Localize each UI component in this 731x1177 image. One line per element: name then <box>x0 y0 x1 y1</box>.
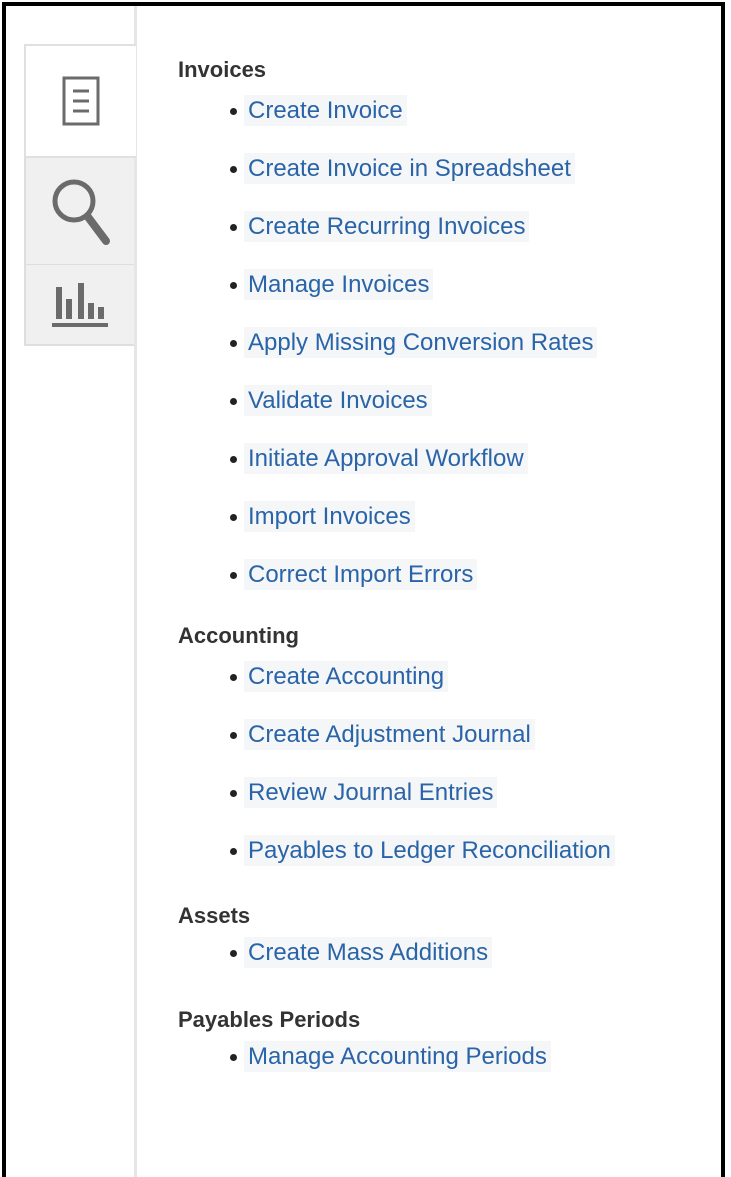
create-accounting-link[interactable]: Create Accounting <box>244 661 449 692</box>
list-item: Correct Import Errors <box>178 546 723 604</box>
section-assets: Assets Create Mass Additions <box>178 900 723 982</box>
payables-to-ledger-reconciliation-link[interactable]: Payables to Ledger Reconciliation <box>244 835 615 866</box>
search-icon <box>52 179 110 245</box>
validate-invoices-link[interactable]: Validate Invoices <box>244 385 432 416</box>
list-item: Create Invoice in Spreadsheet <box>178 140 723 198</box>
tab-search[interactable] <box>24 156 136 266</box>
create-invoice-in-spreadsheet-link[interactable]: Create Invoice in Spreadsheet <box>244 153 575 184</box>
create-mass-additions-link[interactable]: Create Mass Additions <box>244 937 493 968</box>
reports-bar-chart-icon <box>52 282 108 327</box>
review-journal-entries-link[interactable]: Review Journal Entries <box>244 777 498 808</box>
list-item: Apply Missing Conversion Rates <box>178 314 723 372</box>
initiate-approval-workflow-link[interactable]: Initiate Approval Workflow <box>244 443 528 474</box>
list-item: Manage Invoices <box>178 256 723 314</box>
manage-invoices-link[interactable]: Manage Invoices <box>244 269 434 300</box>
panel-tab-rail <box>6 6 136 1177</box>
list-item: Validate Invoices <box>178 372 723 430</box>
list-item: Initiate Approval Workflow <box>178 430 723 488</box>
section-payables-periods: Payables Periods Manage Accounting Perio… <box>178 1004 723 1086</box>
task-menu: Invoices Create Invoice Create Invoice i… <box>178 54 723 1086</box>
rail-divider <box>134 6 137 1177</box>
list-item: Payables to Ledger Reconciliation <box>178 822 723 880</box>
list-item: Create Recurring Invoices <box>178 198 723 256</box>
list-item: Review Journal Entries <box>178 764 723 822</box>
list-item: Import Invoices <box>178 488 723 546</box>
create-recurring-invoices-link[interactable]: Create Recurring Invoices <box>244 211 530 242</box>
list-item: Create Mass Additions <box>178 924 723 982</box>
tab-reports[interactable] <box>24 264 136 346</box>
list-item: Create Accounting <box>178 648 723 706</box>
invoices-task-list: Create Invoice Create Invoice in Spreads… <box>178 82 723 604</box>
tasks-panel: Invoices Create Invoice Create Invoice i… <box>2 2 725 1177</box>
import-invoices-link[interactable]: Import Invoices <box>244 501 415 532</box>
create-adjustment-journal-link[interactable]: Create Adjustment Journal <box>244 719 535 750</box>
accounting-task-list: Create Accounting Create Adjustment Jour… <box>178 648 723 880</box>
list-item: Create Adjustment Journal <box>178 706 723 764</box>
manage-accounting-periods-link[interactable]: Manage Accounting Periods <box>244 1041 551 1072</box>
list-item: Manage Accounting Periods <box>178 1028 723 1086</box>
list-item: Create Invoice <box>178 82 723 140</box>
payables-periods-task-list: Manage Accounting Periods <box>178 1028 723 1086</box>
apply-missing-conversion-rates-link[interactable]: Apply Missing Conversion Rates <box>244 327 598 358</box>
assets-task-list: Create Mass Additions <box>178 924 723 982</box>
section-invoices: Invoices Create Invoice Create Invoice i… <box>178 54 723 604</box>
create-invoice-link[interactable]: Create Invoice <box>244 95 407 126</box>
correct-import-errors-link[interactable]: Correct Import Errors <box>244 559 478 590</box>
tab-tasks[interactable] <box>24 44 136 158</box>
tasks-list-icon <box>62 76 100 126</box>
section-accounting: Accounting Create Accounting Create Adju… <box>178 620 723 880</box>
